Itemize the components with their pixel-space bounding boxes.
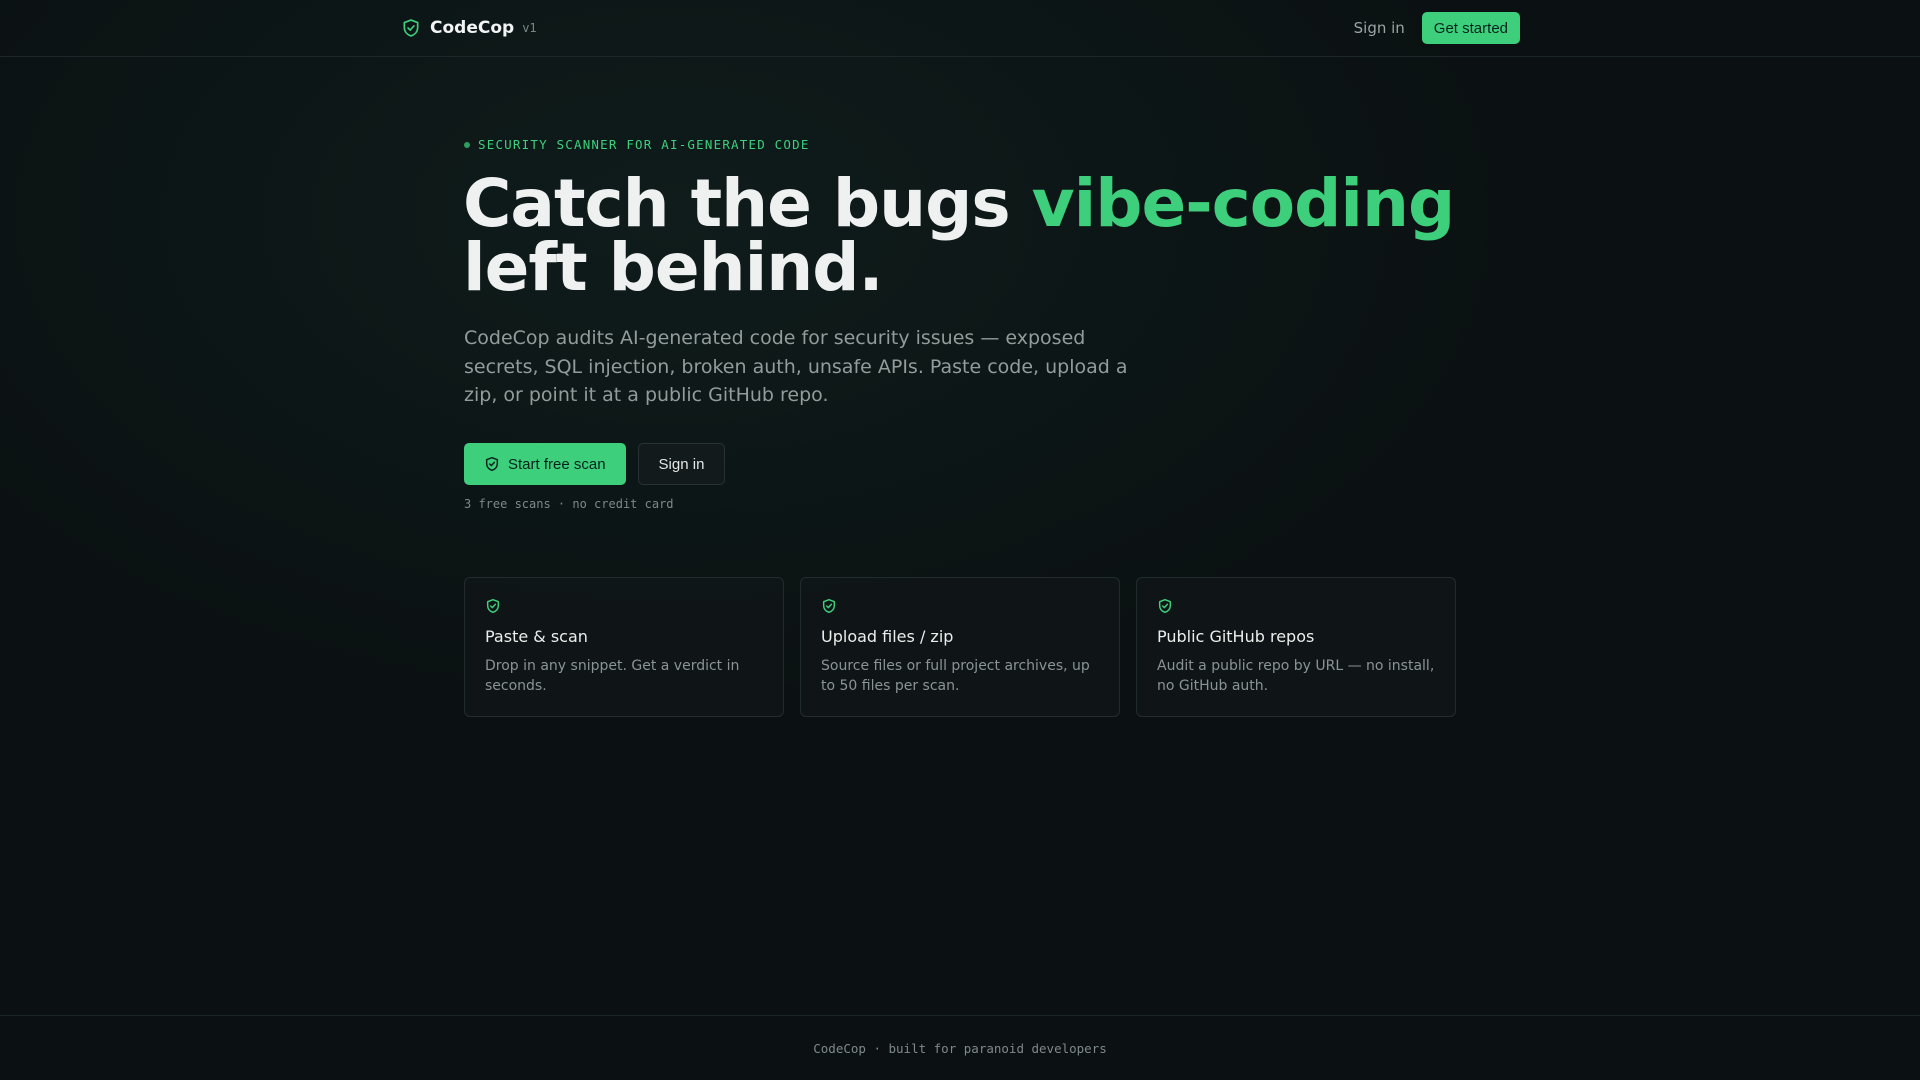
shield-check-icon: [1157, 597, 1435, 615]
eyebrow-text: SECURITY SCANNER FOR AI-GENERATED CODE: [478, 137, 810, 152]
headline-part2: left behind.: [463, 229, 884, 306]
feature-card-upload: Upload files / zip Source files or full …: [800, 577, 1120, 717]
free-scans-note: 3 free scans · no credit card: [464, 497, 674, 511]
shield-check-icon: [485, 597, 763, 615]
feature-cards: Paste & scan Drop in any snippet. Get a …: [464, 577, 1456, 717]
feature-description: Source files or full project archives, u…: [821, 658, 1090, 694]
shield-check-icon: [821, 597, 1099, 615]
hero-description: CodeCop audits AI-generated code for sec…: [464, 327, 1128, 406]
top-navigation-bar: CodeCop v1 Sign in Get started: [0, 0, 1920, 57]
feature-card-github: Public GitHub repos Audit a public repo …: [1136, 577, 1456, 717]
headline-accent: vibe-coding: [1031, 165, 1456, 242]
brand-name: CodeCop: [430, 18, 515, 38]
feature-title: Paste & scan: [485, 627, 588, 646]
feature-description: Audit a public repo by URL — no install,…: [1157, 658, 1435, 694]
brand-logo[interactable]: CodeCop v1: [401, 16, 537, 40]
hero-signin-button[interactable]: Sign in: [637, 443, 726, 485]
hero-eyebrow: SECURITY SCANNER FOR AI-GENERATED CODE: [464, 137, 810, 152]
start-free-scan-button[interactable]: Start free scan: [464, 443, 626, 485]
get-started-button[interactable]: Get started: [1421, 12, 1520, 44]
shield-check-icon: [484, 456, 508, 472]
footer-text: CodeCop · built for paranoid developers: [813, 1040, 1107, 1056]
hero-cta-row: Start free scan Sign in: [464, 443, 726, 485]
feature-card-paste: Paste & scan Drop in any snippet. Get a …: [464, 577, 784, 717]
status-dot-icon: [464, 141, 470, 148]
feature-description: Drop in any snippet. Get a verdict in se…: [485, 658, 740, 694]
feature-title: Public GitHub repos: [1157, 627, 1315, 646]
shield-check-icon: [401, 17, 421, 39]
feature-title: Upload files / zip: [821, 627, 954, 646]
version-badge: v1: [522, 21, 537, 35]
header-signin-link[interactable]: Sign in: [1354, 19, 1405, 37]
page-footer: CodeCop · built for paranoid developers: [0, 1015, 1920, 1080]
header-actions: Sign in Get started: [1354, 12, 1520, 44]
start-free-scan-label: Start free scan: [508, 455, 606, 473]
hero-headline: Catch the bugs vibe-coding left behind.: [463, 171, 1463, 301]
